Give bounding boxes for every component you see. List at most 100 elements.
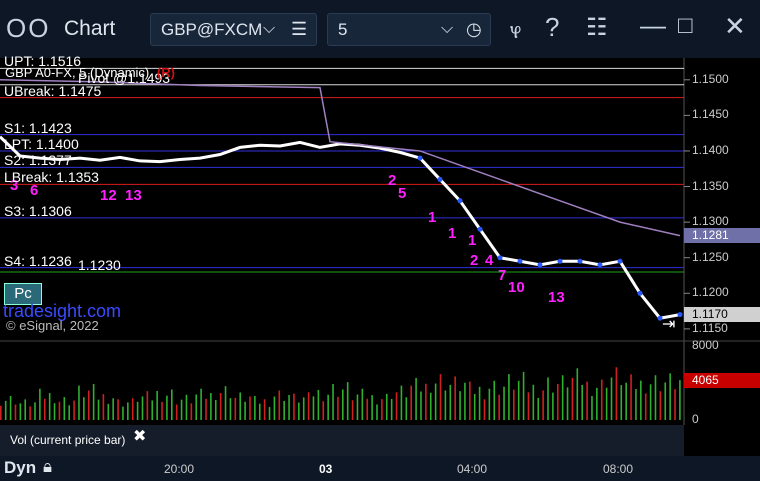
volume-bar (532, 384, 535, 420)
volume-bar (552, 392, 554, 420)
price-point (677, 312, 683, 318)
price-point (477, 226, 483, 232)
price-point (417, 155, 423, 161)
volume-bar (493, 380, 496, 420)
volume-bar (508, 374, 510, 420)
volume-bar (366, 398, 369, 420)
volume-bar (229, 398, 232, 420)
level-label: S3: 1.1306 (4, 202, 72, 219)
volume-bar (527, 392, 530, 420)
volume-bar (219, 393, 222, 420)
level-label: 1.1230 (78, 256, 121, 273)
volume-bar (332, 383, 334, 420)
link-icon[interactable]: Ⳡ (510, 22, 521, 43)
volume-bar (39, 388, 41, 420)
volume-bar (503, 386, 505, 420)
volume-bar (268, 407, 271, 420)
volume-bar (87, 390, 90, 420)
x-tick-3: 04:00 (457, 462, 488, 476)
clock-icon[interactable]: ◷ (466, 14, 482, 45)
level-label: S4: 1.1236 (4, 252, 72, 269)
volume-bar (58, 401, 61, 420)
volume-bar (244, 401, 246, 420)
volume-bar (478, 386, 481, 420)
seq-label: 13 (548, 289, 565, 306)
volume-bar (48, 393, 51, 420)
price-point (617, 258, 623, 264)
volume-bar (146, 391, 149, 420)
volume-bar (254, 395, 256, 420)
chevron-down-icon[interactable]: ⌵ (263, 13, 275, 44)
level-label: S2: 1.1377 (4, 152, 72, 169)
volume-bar (542, 390, 544, 420)
volume-bar (420, 391, 422, 420)
volume-bar (591, 396, 593, 420)
chart-header: GBP A0-FX, 5 (Dynamic) (R) (5, 65, 175, 80)
volume-bar (239, 392, 241, 420)
layout-icon[interactable]: OO (6, 13, 50, 44)
volume-bar (586, 381, 588, 420)
interval-select[interactable]: 5 ⌵ ◷ (327, 13, 491, 46)
price-point (437, 176, 443, 182)
volume-bar (659, 391, 662, 420)
volume-bar (635, 389, 637, 420)
close-icon[interactable]: ✕ (724, 11, 746, 42)
volume-bar (464, 382, 466, 420)
volume-bar (293, 393, 295, 420)
template-icon[interactable]: ☷ (586, 13, 608, 42)
interval-value: 5 (338, 20, 348, 39)
volume-bar (327, 394, 329, 420)
volume-bar (185, 394, 188, 420)
volume-bar (434, 383, 437, 420)
lock-icon[interactable]: 🔒︎ (43, 457, 52, 477)
volume-bar (473, 393, 476, 420)
volume-bar (537, 397, 540, 420)
price-point (497, 255, 503, 261)
volume-bar (171, 389, 173, 420)
volume-bar (14, 404, 17, 420)
maximize-icon[interactable]: □ (678, 12, 693, 40)
volume-bar (640, 380, 642, 420)
volume-bar (346, 382, 349, 420)
volume-bar (581, 384, 583, 420)
chevron-down-icon[interactable]: ⌵ (441, 13, 453, 44)
symbol-select[interactable]: GBP@FXCM ⌵ ☰ (150, 13, 317, 46)
minimize-icon[interactable]: — (640, 10, 666, 41)
volume-bar (200, 388, 202, 420)
jump-to-end-icon[interactable]: ⇥ (662, 314, 675, 334)
y-tick-label: 1.1450 (692, 107, 729, 122)
price-point (597, 262, 603, 268)
volume-bar (644, 393, 647, 420)
volume-bar (302, 397, 305, 420)
volume-bar (307, 392, 310, 420)
volume-bar (596, 387, 598, 420)
volume-bar (205, 398, 207, 420)
volume-bar (112, 398, 114, 420)
volume-bar (342, 389, 344, 420)
volume-bar (605, 387, 608, 420)
volume-bar (561, 375, 564, 420)
volume-bar (405, 397, 408, 420)
volume-bar (469, 381, 471, 420)
volume-bar (29, 406, 31, 420)
volume-bar (19, 403, 22, 420)
volume-bar (664, 382, 667, 420)
volume-bar (102, 394, 105, 420)
volume-bar (556, 383, 559, 420)
volume-bar (161, 401, 163, 420)
y-tick-label: 1.1200 (692, 285, 729, 300)
list-icon[interactable]: ☰ (291, 14, 307, 45)
chart-header-text: GBP A0-FX, 5 (Dynamic) (5, 65, 150, 80)
volume-bar (175, 404, 178, 420)
dyn-mode[interactable]: Dyn (4, 458, 36, 478)
close-icon[interactable]: ✖ (133, 426, 146, 446)
volume-bar (249, 396, 251, 420)
volume-bar (381, 399, 383, 420)
volume-bar (151, 400, 154, 420)
help-icon[interactable]: ? (545, 12, 559, 43)
window-title: Chart (64, 17, 116, 40)
volume-bar (669, 373, 671, 420)
volume-bar (24, 399, 27, 420)
volume-bar (53, 403, 56, 420)
volume-bar (459, 391, 461, 420)
